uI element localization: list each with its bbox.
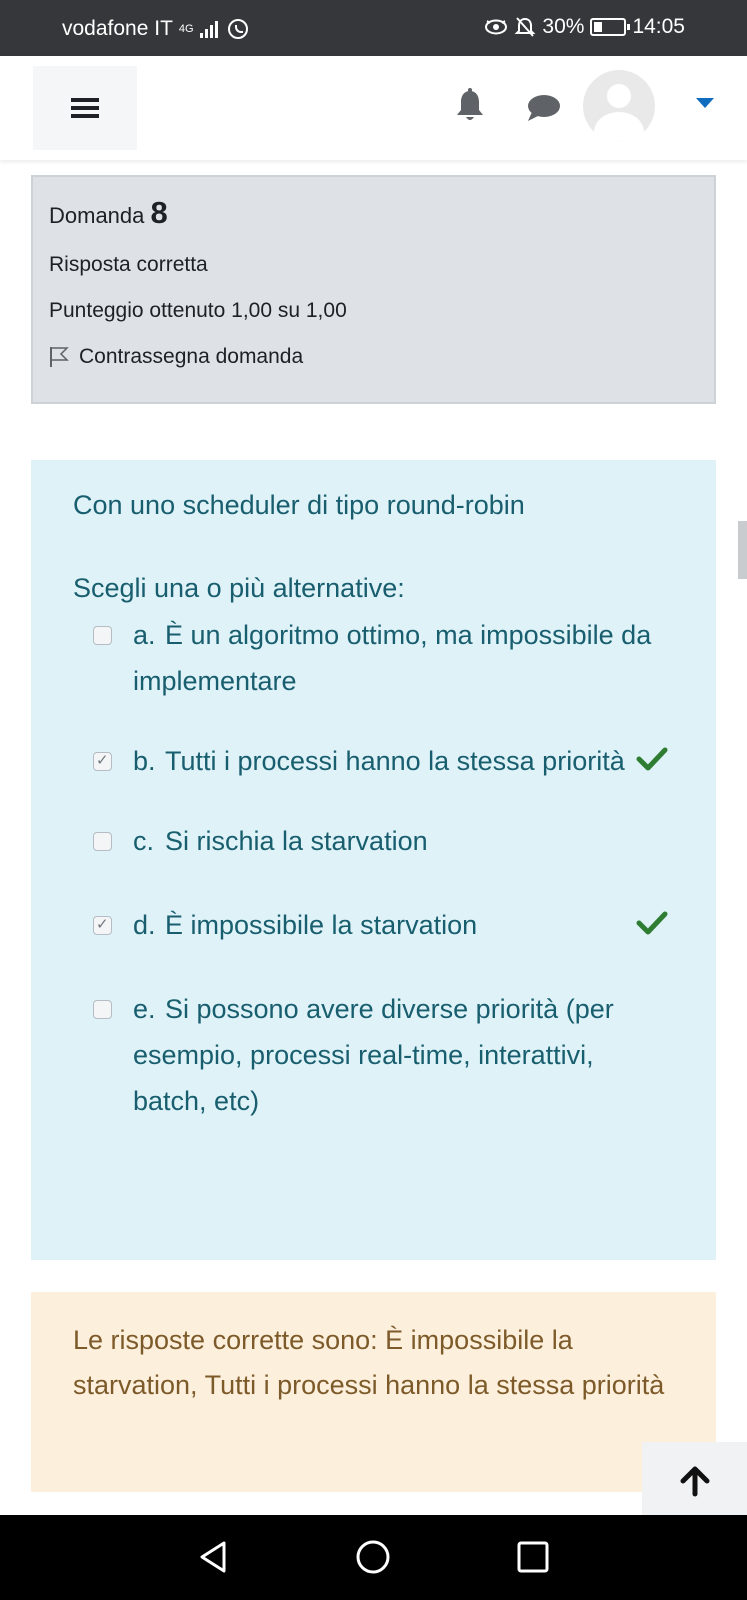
question-label: Domanda: [49, 203, 145, 228]
question-number-value: 8: [150, 195, 168, 230]
eye-icon: [485, 19, 508, 35]
question-grade: Punteggio ottenuto 1,00 su 1,00: [49, 299, 347, 322]
back-icon[interactable]: [196, 1539, 230, 1575]
network-type: 4G: [178, 23, 194, 35]
bell-icon[interactable]: [454, 88, 486, 124]
answer-prompt: Scegli una o più alternative:: [73, 573, 405, 603]
answer-option-a[interactable]: a. È un algoritmo ottimo, ma impossibile …: [73, 612, 674, 704]
correct-check-icon: [636, 747, 668, 771]
caret-down-icon[interactable]: [696, 98, 714, 108]
answer-text: Si possono avere diverse priorità (per e…: [133, 994, 614, 1116]
question-content: Con uno scheduler di tipo round-robin Sc…: [31, 460, 716, 1260]
flag-question-label: Contrassegna domanda: [79, 345, 304, 368]
answer-letter: a.: [133, 620, 156, 650]
answer-option-c[interactable]: c. Si rischia la starvation: [73, 818, 674, 864]
carrier-name: vodafone IT: [62, 17, 173, 40]
answer-letter: b.: [133, 746, 156, 776]
home-icon[interactable]: [355, 1539, 391, 1575]
flag-question-link[interactable]: Contrassegna domanda: [49, 345, 698, 369]
menu-button[interactable]: [33, 66, 137, 150]
answer-text: Tutti i processi hanno la stessa priorit…: [165, 746, 625, 776]
chat-icon[interactable]: [526, 94, 562, 122]
battery-percentage: 30%: [542, 15, 585, 38]
answer-checkbox[interactable]: [93, 751, 112, 771]
top-navbar: [0, 56, 747, 160]
answer-text: È impossibile la starvation: [165, 910, 478, 940]
carrier-group: vodafone IT 4G: [62, 17, 248, 41]
correct-check-icon: [636, 911, 668, 935]
alarm-off-icon: [514, 17, 536, 37]
whatsapp-icon: [227, 19, 248, 39]
flag-icon: [50, 347, 69, 367]
answer-checkbox[interactable]: [93, 915, 112, 935]
arrow-up-icon: [680, 1466, 709, 1497]
status-right: 30% 14:05: [484, 15, 685, 39]
answer-checkbox[interactable]: [93, 832, 112, 851]
answer-letter: c.: [133, 826, 155, 856]
question-text: Con uno scheduler di tipo round-robin: [73, 490, 525, 520]
answer-text: È un algoritmo ottimo, ma impossibile da…: [133, 620, 652, 696]
answer-letter: e.: [133, 994, 156, 1024]
signal-icon: [199, 20, 218, 38]
clock: 14:05: [632, 15, 685, 38]
answer-option-b[interactable]: b. Tutti i processi hanno la stessa prior…: [73, 738, 674, 784]
answer-option-d[interactable]: d. È impossibile la starvation: [73, 902, 674, 948]
answer-letter: d.: [133, 910, 156, 940]
battery-icon: [590, 18, 631, 36]
hamburger-icon: [71, 94, 99, 122]
back-to-top-button[interactable]: [642, 1442, 747, 1520]
status-bar: vodafone IT 4G 30% 14:05: [0, 0, 747, 56]
user-avatar[interactable]: [583, 70, 655, 142]
scrollbar-thumb[interactable]: [738, 521, 747, 579]
question-state: Risposta corretta: [49, 253, 208, 276]
feedback-text: Le risposte corrette sono: È impossibile…: [73, 1325, 665, 1400]
recents-icon[interactable]: [516, 1539, 550, 1575]
answer-text: Si rischia la starvation: [165, 826, 428, 856]
answer-option-e[interactable]: e. Si possono avere diverse priorità (per…: [73, 986, 674, 1124]
question-number: Domanda 8: [49, 195, 698, 231]
system-navigation-bar: [0, 1515, 747, 1600]
answer-checkbox[interactable]: [93, 626, 112, 645]
correct-answer-feedback: Le risposte corrette sono: È impossibile…: [31, 1292, 716, 1492]
battery-fill: [594, 22, 603, 32]
answer-checkbox[interactable]: [93, 1000, 112, 1019]
question-info-box: Domanda 8 Risposta corretta Punteggio ot…: [31, 175, 716, 404]
